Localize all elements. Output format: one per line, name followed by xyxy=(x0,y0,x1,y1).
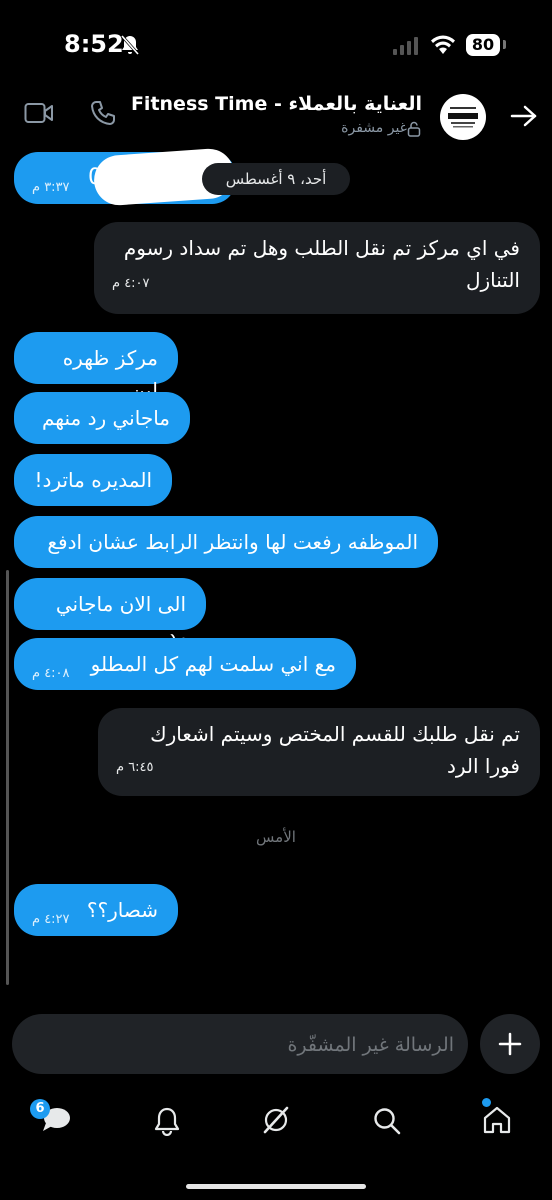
scrollbar[interactable] xyxy=(6,570,9,985)
add-attachment-button[interactable] xyxy=(480,1014,540,1074)
message-input[interactable] xyxy=(32,1014,456,1076)
date-separator: أحد، ٩ أغسطس xyxy=(202,163,350,195)
battery-tip xyxy=(503,40,506,49)
video-call-icon[interactable] xyxy=(24,102,54,124)
messages-unread-badge: 6 xyxy=(30,1099,50,1119)
avatar[interactable] xyxy=(440,94,486,140)
message-bubble-received[interactable]: تم نقل طلبك للقسم المختص وسيتم اشعارك فو… xyxy=(98,708,540,796)
wifi-icon xyxy=(431,35,455,54)
home-indicator[interactable] xyxy=(186,1184,366,1189)
message-time: ٣:٣٧ م xyxy=(32,180,70,195)
message-time: ٤:٠٨ م xyxy=(32,666,70,681)
message-bubble-sent[interactable]: الموظفه رفعت لها وانتظر الرابط عشان ادفع xyxy=(14,516,438,568)
message-text: الموظفه رفعت لها وانتظر الرابط عشان ادفع xyxy=(47,530,418,554)
message-time: ٤:٠٧ م xyxy=(112,276,150,291)
message-composer xyxy=(12,1014,468,1076)
battery-indicator: 80 xyxy=(466,34,500,56)
message-text: تم نقل طلبك للقسم المختص وسيتم اشعارك فو… xyxy=(150,722,520,778)
message-text: شصار؟؟ xyxy=(86,898,158,922)
tab-home-icon[interactable] xyxy=(482,1105,512,1135)
message-time: ٤:٢٧ م xyxy=(32,912,70,927)
message-bubble-sent[interactable]: مركز ظهره لبن xyxy=(14,332,178,402)
cellular-signal-icon xyxy=(393,37,418,55)
unlocked-icon xyxy=(407,121,421,137)
tab-grok-icon[interactable] xyxy=(261,1105,291,1135)
phone-call-icon[interactable] xyxy=(90,100,116,126)
encryption-status: غير مشفرة xyxy=(341,120,407,136)
message-bubble-sent[interactable]: الى الان ماجاني رد xyxy=(14,578,206,648)
message-bubble-received[interactable]: في اي مركز تم نقل الطلب وهل تم سداد رسوم… xyxy=(94,222,540,314)
message-bubble-sent[interactable]: المديره ماترد! xyxy=(14,454,172,506)
bell-off-icon xyxy=(120,35,140,55)
brand-logo-icon xyxy=(448,107,478,128)
status-time: 8:52 xyxy=(64,30,124,58)
day-separator: الأمس xyxy=(256,828,296,846)
plus-icon xyxy=(498,1032,522,1056)
home-new-indicator xyxy=(482,1098,491,1107)
message-bubble-sent[interactable]: ماجاني رد منهم xyxy=(14,392,190,444)
message-text: مع اني سلمت لهم كل المطلو xyxy=(90,652,336,676)
status-bar: 8:52 80 xyxy=(0,0,552,90)
message-text: المديره ماترد! xyxy=(34,468,152,492)
message-text: في اي مركز تم نقل الطلب وهل تم سداد رسوم… xyxy=(123,236,520,292)
message-time: ٦:٤٥ م xyxy=(116,760,154,775)
bottom-tab-bar xyxy=(0,1090,552,1150)
tab-search-icon[interactable] xyxy=(372,1106,402,1136)
message-bubble-sent[interactable]: شصار؟؟ ٤:٢٧ م xyxy=(14,884,178,936)
back-arrow-icon[interactable] xyxy=(510,104,538,128)
message-bubble-sent[interactable]: مع اني سلمت لهم كل المطلو ٤:٠٨ م xyxy=(14,638,356,690)
contact-name: العناية بالعملاء - Fitness Time xyxy=(130,93,422,115)
message-text: ماجاني رد منهم xyxy=(41,406,170,430)
tab-notifications-icon[interactable] xyxy=(153,1106,181,1136)
